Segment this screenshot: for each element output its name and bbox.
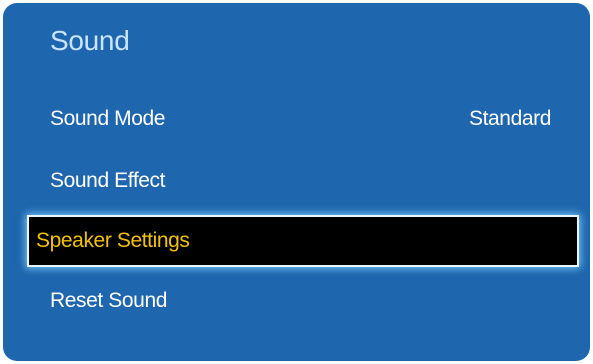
menu-title: Sound	[50, 25, 130, 56]
sound-menu-panel: Sound Sound Mode Standard Sound Effect S…	[3, 3, 590, 361]
menu-item-label: Sound Effect	[50, 169, 166, 192]
menu-item-sound-effect[interactable]: Sound Effect	[25, 158, 573, 204]
menu-item-reset-sound[interactable]: Reset Sound	[25, 278, 573, 324]
menu-item-value: Standard	[468, 107, 551, 130]
menu-item-label: Reset Sound	[50, 289, 168, 312]
menu-item-label: Speaker Settings	[36, 229, 190, 252]
menu-item-sound-mode[interactable]: Sound Mode Standard	[25, 96, 573, 142]
menu-item-speaker-settings[interactable]: Speaker Settings	[29, 217, 577, 265]
menu-item-label: Sound Mode	[50, 107, 166, 130]
